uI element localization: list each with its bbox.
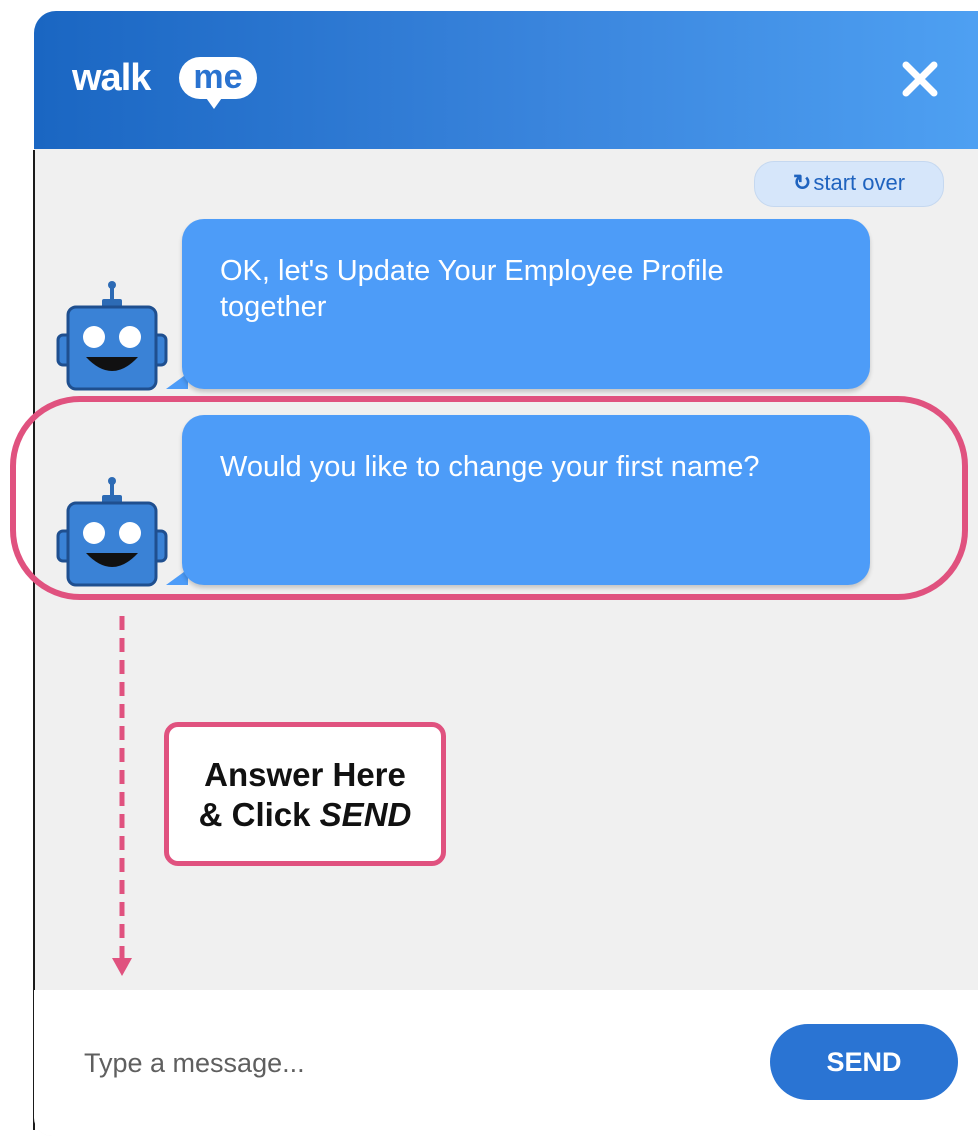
instruction-callout: Answer Here & Click SEND [164, 722, 446, 866]
bot-message-bubble: Would you like to change your first name… [182, 415, 870, 585]
chat-header: walk me [34, 11, 978, 149]
dashed-arrow-icon [112, 616, 132, 976]
start-over-button[interactable]: ↻start over [754, 161, 944, 207]
chat-widget: walk me ↻start over OK, let's Update You… [34, 11, 978, 1136]
callout-line-2-prefix: & Click [198, 796, 320, 833]
robot-avatar-icon [56, 477, 168, 587]
logo-me-badge: me [179, 57, 257, 99]
message-input[interactable] [82, 1034, 726, 1092]
close-icon [902, 61, 938, 97]
close-button[interactable] [896, 55, 944, 103]
callout-line-1: Answer Here [204, 756, 406, 793]
refresh-icon: ↻ [792, 170, 812, 195]
send-button[interactable]: SEND [770, 1024, 958, 1100]
callout-line-2: & Click SEND [169, 795, 441, 835]
logo-walk-text: walk [72, 57, 151, 99]
robot-avatar-icon [56, 281, 168, 391]
logo-bubble-tail [204, 95, 224, 109]
start-over-label: start over [813, 170, 906, 195]
panel-left-border [33, 150, 35, 1130]
callout-send-emphasis: SEND [319, 796, 412, 833]
message-composer: SEND [34, 990, 978, 1136]
bot-message-bubble: OK, let's Update Your Employee Profile t… [182, 219, 870, 389]
